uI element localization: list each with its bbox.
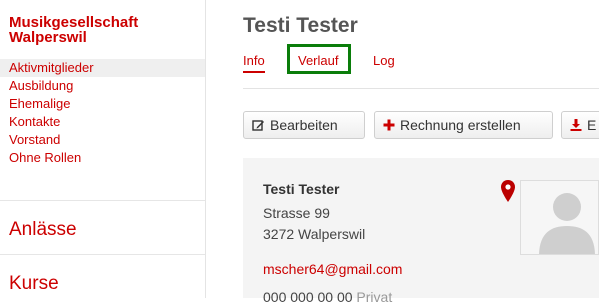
- sidebar-item-aktivmitglieder[interactable]: Aktivmitglieder: [0, 59, 205, 77]
- sidebar-menu: Aktivmitglieder Ausbildung Ehemalige Kon…: [0, 59, 205, 167]
- tabs-divider: [243, 88, 599, 89]
- create-invoice-button-label: Rechnung erstellen: [400, 117, 521, 133]
- sidebar-section-anlaesse[interactable]: Anlässe: [9, 219, 77, 241]
- email-link[interactable]: mscher64@gmail.com: [263, 261, 402, 277]
- avatar-placeholder: [520, 180, 599, 255]
- sidebar-item-ohne-rollen[interactable]: Ohne Rollen: [0, 149, 205, 167]
- address-city: 3272 Walperswil: [263, 226, 366, 242]
- map-marker-icon[interactable]: [501, 180, 515, 207]
- tab-info[interactable]: Info: [243, 53, 265, 73]
- plus-icon: [383, 119, 395, 131]
- address-street: Strasse 99: [263, 205, 330, 221]
- sidebar-item-vorstand[interactable]: Vorstand: [0, 131, 205, 149]
- tab-log[interactable]: Log: [373, 53, 395, 68]
- sidebar-border: [205, 0, 206, 298]
- sidebar-divider: [0, 200, 205, 201]
- download-icon: [570, 119, 582, 131]
- sidebar-item-kontakte[interactable]: Kontakte: [0, 113, 205, 131]
- sidebar-section-kurse[interactable]: Kurse: [9, 273, 59, 295]
- create-invoice-button[interactable]: Rechnung erstellen: [374, 111, 553, 139]
- sidebar-divider: [0, 254, 205, 255]
- edit-icon: [252, 119, 265, 132]
- sidebar-item-ausbildung[interactable]: Ausbildung: [0, 77, 205, 95]
- phone-type-label: Privat: [356, 289, 393, 305]
- person-name: Testi Tester: [263, 181, 340, 197]
- sidebar-item-ehemalige[interactable]: Ehemalige: [0, 95, 205, 113]
- edit-button[interactable]: Bearbeiten: [243, 111, 365, 139]
- sidebar: Musikgesellschaft Walperswil Aktivmitgli…: [0, 0, 205, 298]
- highlight-box: [287, 44, 351, 74]
- export-button[interactable]: E: [561, 111, 599, 139]
- org-name-link[interactable]: Musikgesellschaft Walperswil: [9, 15, 199, 45]
- edit-button-label: Bearbeiten: [270, 117, 338, 133]
- phone-number: 000 000 00 00 Privat: [263, 289, 392, 305]
- page-title: Testi Tester: [243, 14, 358, 37]
- export-button-label: E: [587, 117, 597, 133]
- phone-number-value: 000 000 00 00: [263, 289, 353, 305]
